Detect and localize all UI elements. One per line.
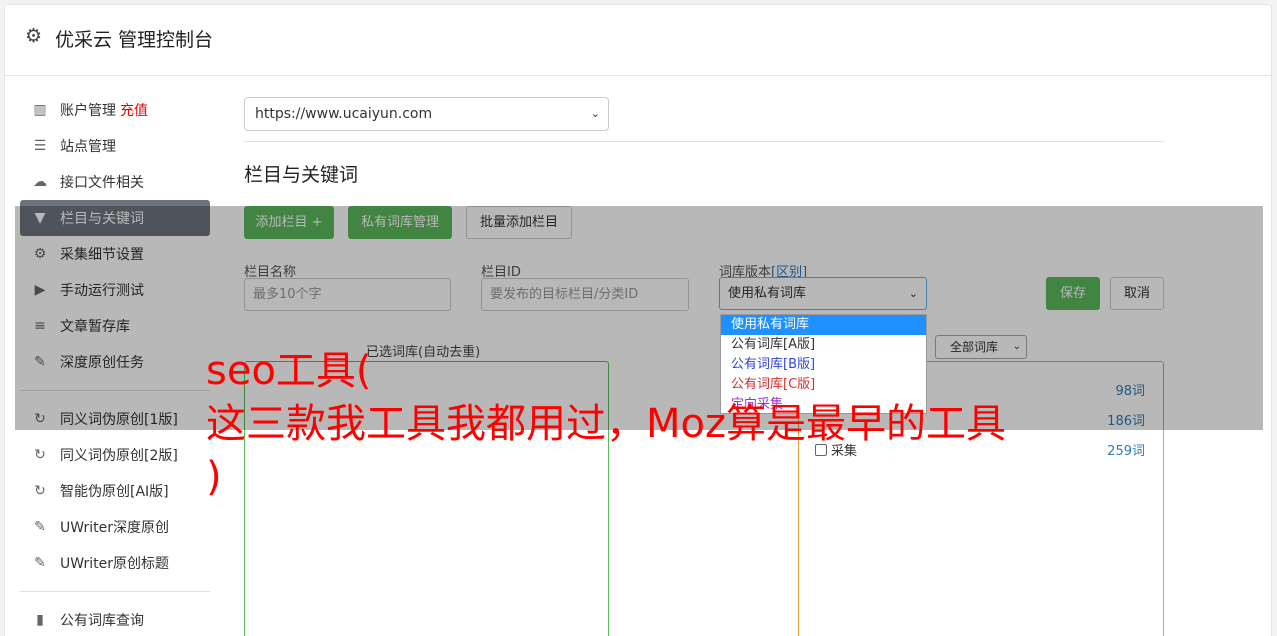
lib-count: 259词 bbox=[1107, 444, 1145, 459]
book-icon: ▮ bbox=[36, 612, 44, 628]
page-title: 优采云 管理控制台 bbox=[55, 29, 214, 51]
sidebar-item-label: 同义词伪原创[2版] bbox=[60, 448, 178, 464]
sidebar-item-label: 公有词库查询 bbox=[60, 613, 144, 629]
divider bbox=[244, 141, 1164, 142]
sidebar-item-synonym-v2[interactable]: ↻ 同义词伪原创[2版] bbox=[20, 437, 210, 473]
sidebar-item-interface[interactable]: ☁ 接口文件相关 bbox=[20, 164, 210, 200]
sidebar-item-label: 接口文件相关 bbox=[60, 175, 144, 191]
bar-chart-icon: ▥ bbox=[33, 102, 47, 118]
recharge-link[interactable]: 充值 bbox=[120, 100, 148, 120]
chevron-down-icon: ⌄ bbox=[590, 107, 600, 120]
page-header: ⚙ 优采云 管理控制台 bbox=[5, 5, 1271, 76]
server-icon: ☰ bbox=[33, 138, 47, 154]
dropdown-option[interactable]: 使用私有词库 bbox=[721, 315, 926, 335]
sidebar-item-uwriter-title[interactable]: ✎ UWriter原创标题 bbox=[20, 545, 210, 581]
sidebar-item-label: 智能伪原创[AI版] bbox=[60, 484, 169, 500]
sidebar-item-label: UWriter深度原创 bbox=[60, 520, 169, 536]
cloud-upload-icon: ☁ bbox=[33, 174, 47, 190]
refresh-icon: ↻ bbox=[34, 483, 46, 499]
sidebar-item-label: 站点管理 bbox=[60, 139, 116, 155]
edit-icon: ✎ bbox=[34, 555, 46, 571]
sidebar-item-uwriter-deep[interactable]: ✎ UWriter深度原创 bbox=[20, 509, 210, 545]
edit-icon: ✎ bbox=[34, 519, 46, 535]
caption-line: 这三款我工具我都用过，Moz算是最早的工具 bbox=[206, 401, 1006, 447]
sidebar-item-ai-original[interactable]: ↻ 智能伪原创[AI版] bbox=[20, 473, 210, 509]
sidebar-divider bbox=[20, 591, 210, 592]
refresh-icon: ↻ bbox=[34, 447, 46, 463]
gear-icon: ⚙ bbox=[25, 25, 43, 47]
site-select-value: https://www.ucaiyun.com bbox=[255, 106, 433, 122]
site-select[interactable]: https://www.ucaiyun.com ⌄ bbox=[244, 97, 609, 131]
caption-line: seo工具( bbox=[206, 348, 372, 394]
section-title: 栏目与关键词 bbox=[244, 164, 359, 186]
sidebar-item-account[interactable]: ▥ 账户管理 充值 bbox=[20, 92, 210, 128]
sidebar-item-label: UWriter原创标题 bbox=[60, 556, 169, 572]
sidebar-item-public-lib[interactable]: ▮ 公有词库查询 bbox=[20, 602, 210, 636]
sidebar-item-label: 账户管理 bbox=[60, 103, 116, 119]
watermark-caption: seo工具( 这三款我工具我都用过，Moz算是最早的工具 ) bbox=[206, 345, 1006, 504]
caption-line: ) bbox=[206, 454, 222, 500]
sidebar-item-sites[interactable]: ☰ 站点管理 bbox=[20, 128, 210, 164]
